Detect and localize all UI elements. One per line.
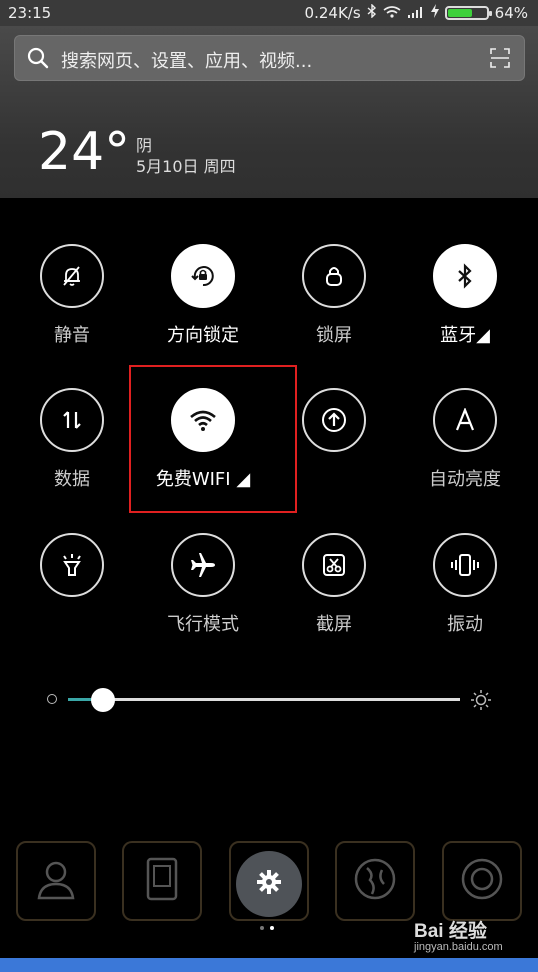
settings-button[interactable]	[236, 851, 302, 917]
battery-icon	[444, 6, 492, 20]
toggle-lock-screen[interactable]: 锁屏	[269, 244, 399, 347]
weather-date: 5月10日 周四	[136, 157, 236, 176]
data-arrows-icon	[40, 388, 104, 452]
contacts-icon	[33, 856, 79, 906]
toggle-label: 锁屏	[316, 325, 352, 346]
battery-percent: 64%	[494, 4, 528, 22]
wifi-status-icon	[383, 4, 401, 22]
toggle-label: 数据	[54, 469, 90, 490]
bluetooth-status-icon	[367, 3, 377, 22]
brightness-slider-track[interactable]	[68, 698, 460, 701]
dock-contacts[interactable]	[16, 841, 96, 921]
flashlight-icon	[40, 533, 104, 597]
toggle-label: 振动	[447, 614, 483, 635]
toggle-label: 截屏	[316, 614, 352, 635]
bluetooth-icon	[433, 244, 497, 308]
charging-icon	[430, 4, 439, 22]
status-right: 0.24K/s 64%	[304, 3, 528, 22]
watermark: Bai 经验 jingyan.baidu.com	[414, 916, 503, 953]
toggle-rotation-lock[interactable]: 方向锁定	[138, 244, 268, 347]
page-dot-active	[270, 926, 274, 930]
toggle-label: 静音	[54, 325, 90, 346]
page-dot	[260, 926, 264, 930]
notification-header: 搜索网页、设置、应用、视频... 24° 阴 5月10日 周四	[0, 26, 538, 198]
network-speed: 0.24K/s	[304, 4, 361, 22]
toggle-mobile-data[interactable]: 数据	[7, 388, 137, 491]
toggle-label: 蓝牙◢	[440, 325, 490, 346]
toggle-flashlight[interactable]	[7, 533, 137, 610]
search-placeholder: 搜索网页、设置、应用、视频...	[61, 51, 313, 72]
dock-browser[interactable]	[335, 841, 415, 921]
toggle-airplane-mode[interactable]: 飞行模式	[138, 533, 268, 636]
browser-globe-icon	[352, 856, 398, 906]
toggle-label: 飞行模式	[167, 614, 239, 635]
airplane-icon	[171, 533, 235, 597]
toggle-screenshot[interactable]: 截屏	[269, 533, 399, 636]
screenshot-icon	[302, 533, 366, 597]
brightness-low-icon	[47, 694, 57, 704]
highlight-annotation	[129, 365, 297, 513]
toggle-vibrate[interactable]: 振动	[400, 533, 530, 636]
vibrate-icon	[433, 533, 497, 597]
settings-gear-icon	[256, 869, 282, 899]
status-bar: 23:15 0.24K/s 64%	[0, 0, 538, 26]
page-indicator	[260, 926, 274, 930]
navigation-bar	[0, 958, 538, 972]
weather-temperature[interactable]: 24°	[38, 122, 130, 182]
dock-app-frame[interactable]	[122, 841, 202, 921]
toggle-label: 方向锁定	[167, 325, 239, 346]
rotation-lock-icon	[171, 244, 235, 308]
dock-camera[interactable]	[442, 841, 522, 921]
scan-icon[interactable]	[490, 48, 510, 72]
watermark-logo: Bai 经验	[414, 921, 487, 942]
search-icon	[27, 47, 49, 73]
brightness-slider-knob[interactable]	[91, 688, 115, 712]
lock-icon	[302, 244, 366, 308]
bell-off-icon	[40, 244, 104, 308]
toggle-mute[interactable]: 静音	[7, 244, 137, 347]
signal-status-icon	[407, 4, 425, 22]
toggle-bluetooth[interactable]: 蓝牙◢	[400, 244, 530, 347]
toggle-label: 自动亮度	[429, 469, 501, 490]
auto-brightness-icon	[433, 388, 497, 452]
upload-icon	[302, 388, 366, 452]
brightness-high-icon	[470, 689, 492, 715]
toggle-auto-brightness[interactable]: 自动亮度	[400, 388, 530, 491]
status-time: 23:15	[8, 4, 52, 22]
search-bar[interactable]: 搜索网页、设置、应用、视频...	[14, 35, 525, 81]
watermark-url: jingyan.baidu.com	[414, 941, 503, 953]
camera-icon	[459, 856, 505, 906]
phone-frame-icon	[142, 856, 182, 906]
